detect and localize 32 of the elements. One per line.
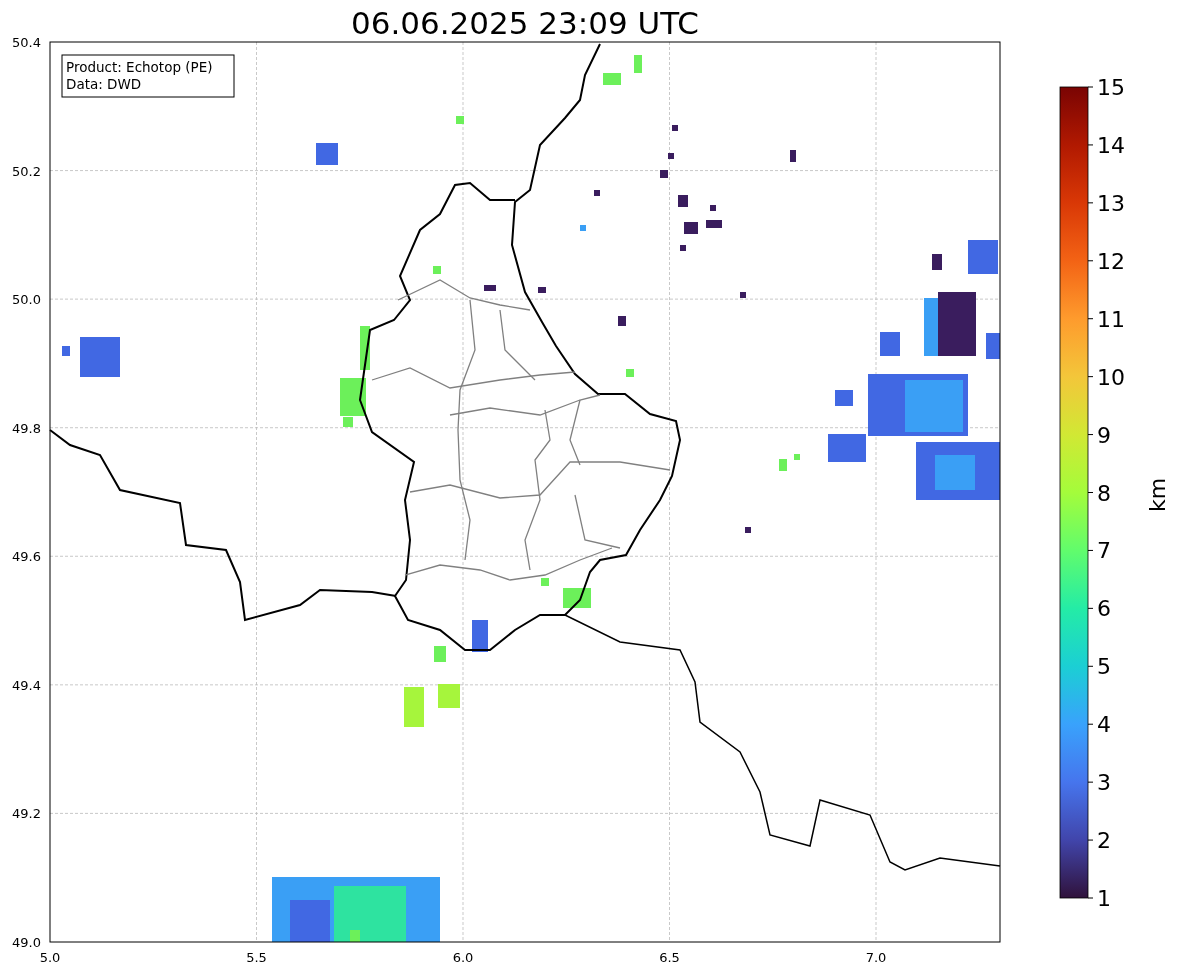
y-axis-label: 50.4 bbox=[12, 35, 41, 50]
colorbar-tick-label: 8 bbox=[1097, 480, 1111, 506]
y-axis-label: 50.2 bbox=[12, 163, 41, 179]
colorbar-tick-label: 9 bbox=[1097, 422, 1111, 448]
y-axis-label: 49.4 bbox=[12, 677, 41, 693]
y-axis-label: 50.0 bbox=[12, 292, 41, 308]
colorbar-tick-label: 1 bbox=[1097, 886, 1111, 911]
colorbar-tick-label: 7 bbox=[1097, 538, 1111, 564]
colorbar-label: km bbox=[1145, 477, 1170, 513]
colorbar-tick-label: 11 bbox=[1097, 306, 1125, 332]
x-axis-label: 5.5 bbox=[246, 950, 267, 965]
y-axis-label: 49.8 bbox=[12, 420, 41, 436]
info-text: Product: Echotop (PE) bbox=[66, 59, 213, 75]
info-text: Data: DWD bbox=[66, 76, 142, 92]
colorbar-tick-label: 13 bbox=[1097, 190, 1125, 216]
colorbar-tick-label: 3 bbox=[1097, 770, 1111, 796]
y-axis-label: 49.0 bbox=[12, 935, 41, 950]
chart-title: 06.06.2025 23:09 UTC bbox=[351, 5, 699, 41]
y-axis-label: 49.2 bbox=[12, 806, 41, 822]
x-axis-label: 6.5 bbox=[659, 950, 680, 965]
x-axis-label: 7.0 bbox=[865, 950, 887, 965]
colorbar-tick-label: 12 bbox=[1097, 248, 1125, 274]
colorbar-tick-label: 14 bbox=[1097, 132, 1125, 158]
x-axis-label: 6.0 bbox=[452, 950, 474, 965]
y-axis-label: 49.6 bbox=[12, 549, 41, 565]
colorbar-tick-label: 6 bbox=[1097, 596, 1111, 622]
colorbar-tick-label: 15 bbox=[1097, 75, 1125, 100]
colorbar-tick-label: 5 bbox=[1097, 654, 1111, 680]
colorbar-tick-label: 4 bbox=[1097, 712, 1111, 738]
x-axis-label: 5.0 bbox=[39, 950, 61, 965]
colorbar-tick-label: 10 bbox=[1097, 364, 1125, 390]
colorbar-tick-label: 2 bbox=[1097, 828, 1111, 854]
